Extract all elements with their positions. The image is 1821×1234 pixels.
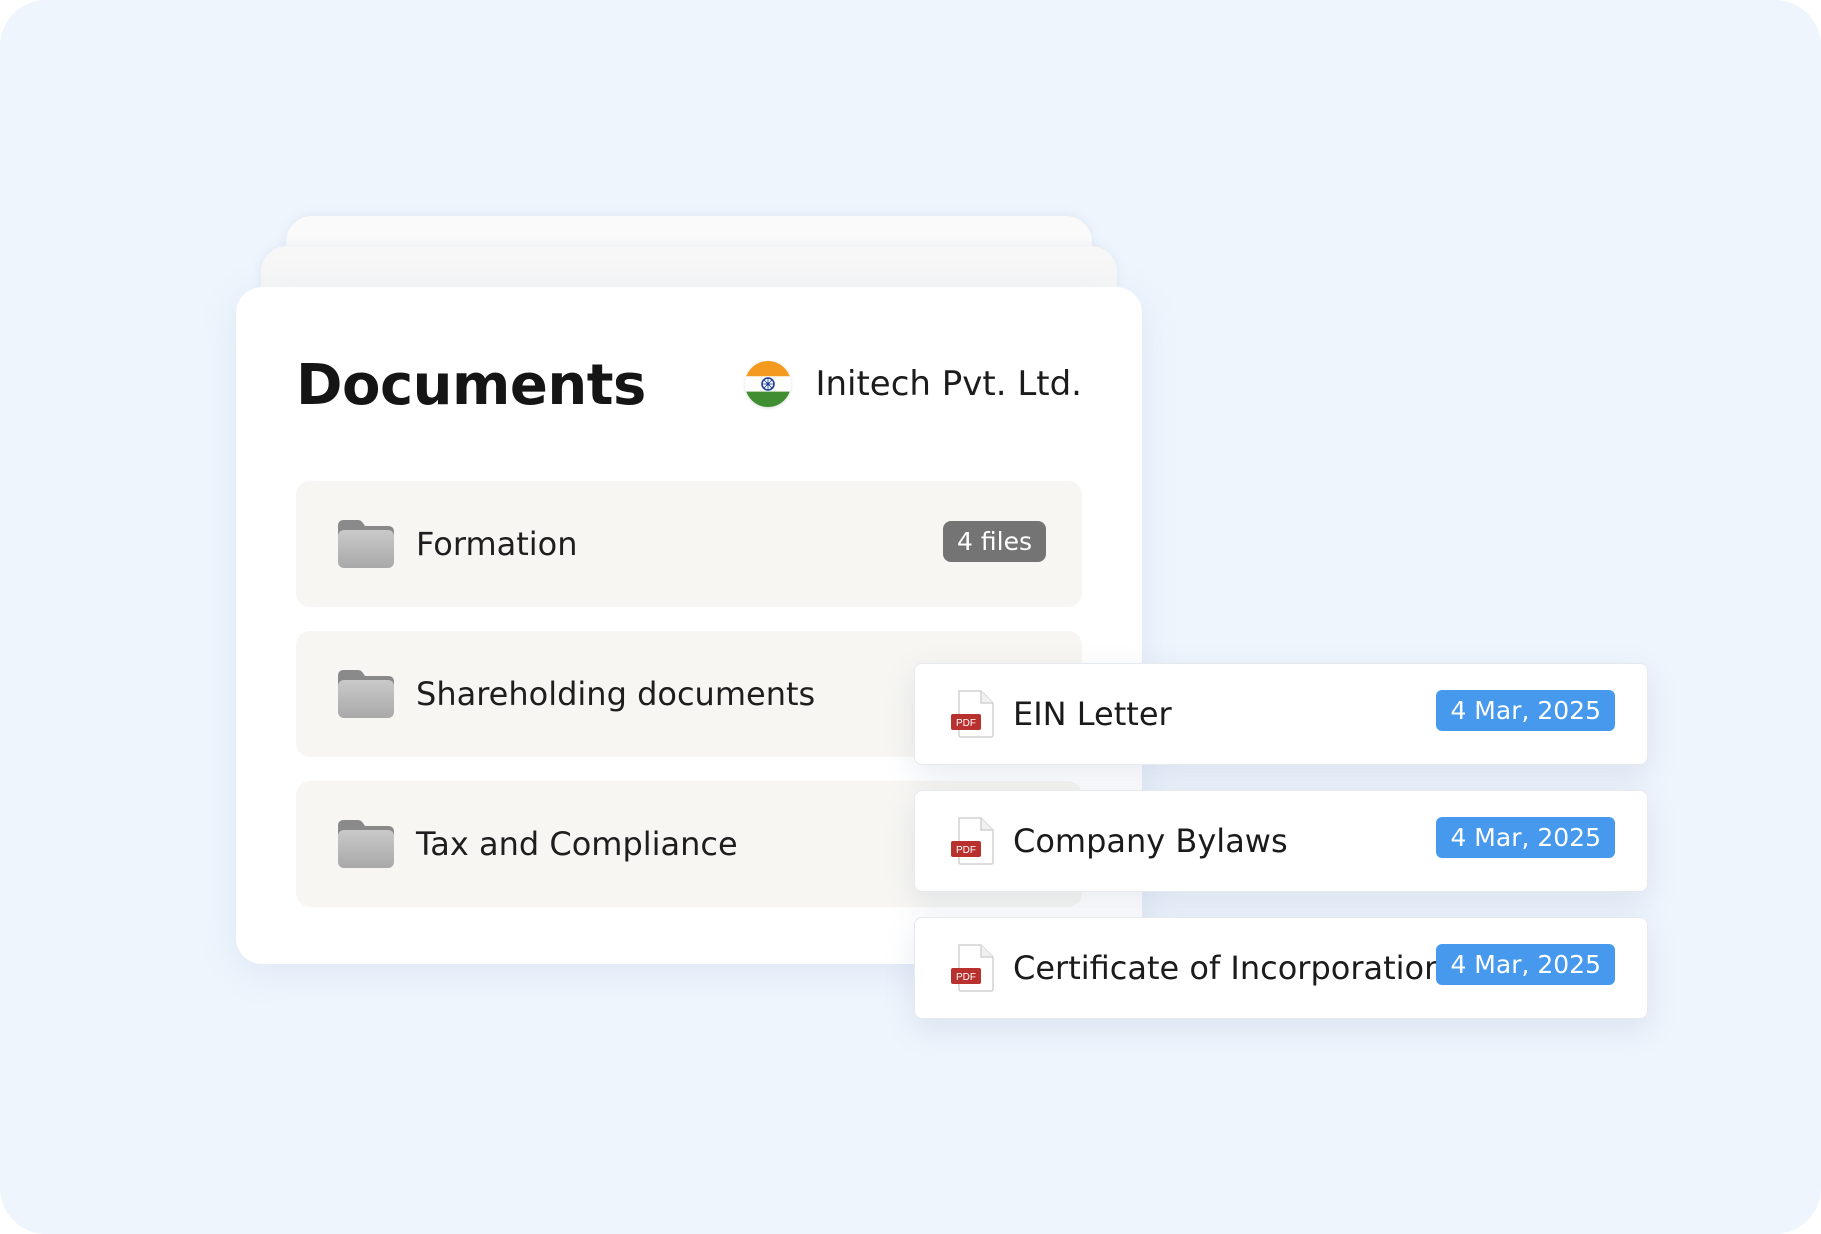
- file-card-ein-letter[interactable]: PDF EIN Letter 4 Mar, 2025: [914, 663, 1648, 765]
- file-name: Certificate of Incorporation: [1013, 949, 1445, 987]
- canvas: Documents Initech Pvt. Ltd. Formation 4 …: [0, 0, 1821, 1234]
- pdf-type-label: PDF: [956, 845, 976, 856]
- folder-label: Formation: [416, 525, 578, 563]
- file-count-badge: 4 files: [943, 521, 1046, 562]
- file-card-company-bylaws[interactable]: PDF Company Bylaws 4 Mar, 2025: [914, 790, 1648, 892]
- company-selector[interactable]: Initech Pvt. Ltd.: [745, 361, 1082, 407]
- pdf-file-icon: PDF: [951, 817, 994, 865]
- file-name: EIN Letter: [1013, 695, 1172, 733]
- folder-label: Shareholding documents: [416, 675, 816, 713]
- file-card-certificate-of-incorporation[interactable]: PDF Certificate of Incorporation 4 Mar, …: [914, 917, 1648, 1019]
- pdf-type-label: PDF: [956, 972, 976, 983]
- date-badge: 4 Mar, 2025: [1436, 944, 1615, 985]
- pdf-file-icon: PDF: [951, 690, 994, 738]
- pdf-file-icon: PDF: [951, 944, 994, 992]
- india-flag-icon: [745, 361, 792, 407]
- folder-icon: [338, 520, 394, 568]
- date-badge: 4 Mar, 2025: [1436, 690, 1615, 731]
- folder-label: Tax and Compliance: [416, 825, 738, 863]
- folder-row-formation[interactable]: Formation 4 files: [296, 481, 1082, 607]
- company-name: Initech Pvt. Ltd.: [815, 364, 1082, 404]
- pdf-type-label: PDF: [956, 718, 976, 729]
- folder-icon: [338, 670, 394, 718]
- folder-icon: [338, 820, 394, 868]
- date-badge: 4 Mar, 2025: [1436, 817, 1615, 858]
- page-title: Documents: [296, 353, 646, 418]
- file-name: Company Bylaws: [1013, 822, 1288, 860]
